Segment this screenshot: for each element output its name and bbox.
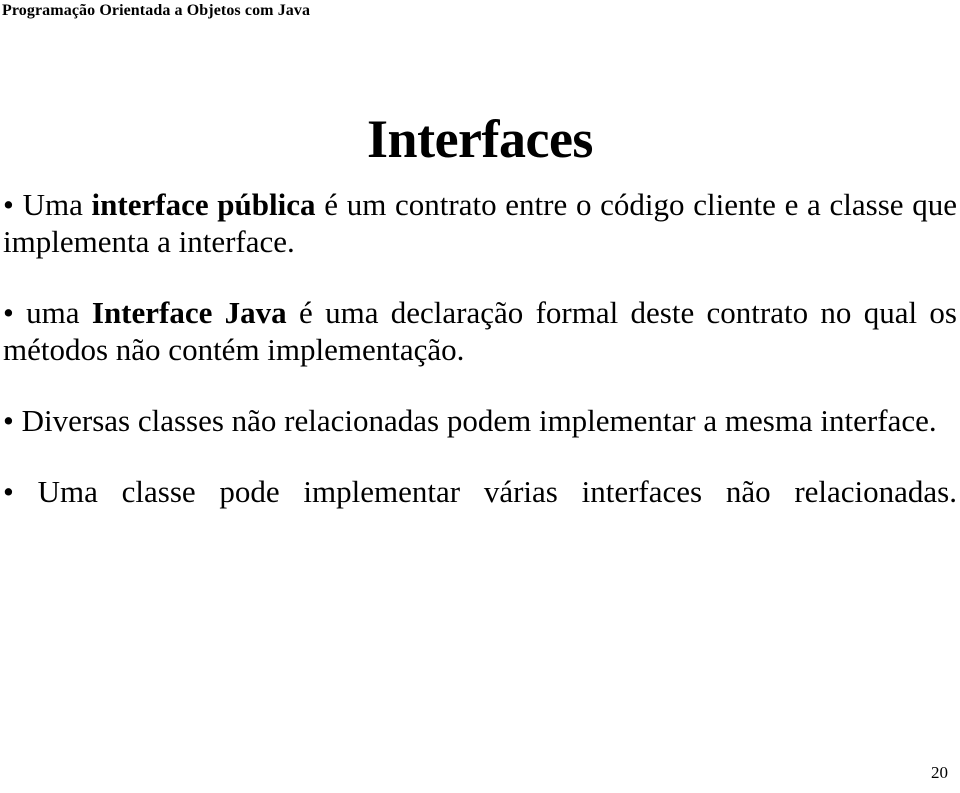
bullet-marker: •: [3, 187, 14, 222]
page-number: 20: [931, 763, 948, 782]
list-item: • Uma interface pública é um contrato en…: [3, 186, 957, 260]
bullet-marker: •: [3, 403, 14, 438]
bullet-list: • Uma interface pública é um contrato en…: [3, 186, 957, 510]
bullet-text: • uma Interface Java é uma declaração fo…: [3, 294, 957, 368]
bullet-lead-text: uma: [13, 295, 92, 330]
bullet-emphasis-text: Interface Java: [91, 295, 287, 330]
list-item: • Uma classe pode implementar várias int…: [3, 473, 957, 510]
bullet-lead-text: Uma classe pode implementar várias inter…: [13, 474, 957, 509]
bullet-emphasis-text: interface pública: [91, 187, 316, 222]
slide: Programação Orientada a Objetos com Java…: [0, 0, 960, 793]
list-item: • Diversas classes não relacionadas pode…: [3, 402, 957, 439]
bullet-marker: •: [3, 474, 14, 509]
slide-header-title: Programação Orientada a Objetos com Java: [2, 2, 311, 19]
bullet-lead-text: Uma: [13, 187, 92, 222]
list-item: • uma Interface Java é uma declaração fo…: [3, 294, 957, 368]
bullet-lead-text: Diversas classes não relacionadas podem …: [13, 403, 937, 438]
bullet-text: • Uma classe pode implementar várias int…: [3, 473, 957, 510]
page-title: Interfaces: [367, 109, 593, 170]
bullet-text: • Diversas classes não relacionadas pode…: [3, 402, 957, 439]
bullet-text: • Uma interface pública é um contrato en…: [3, 186, 957, 260]
bullet-marker: •: [3, 295, 14, 330]
